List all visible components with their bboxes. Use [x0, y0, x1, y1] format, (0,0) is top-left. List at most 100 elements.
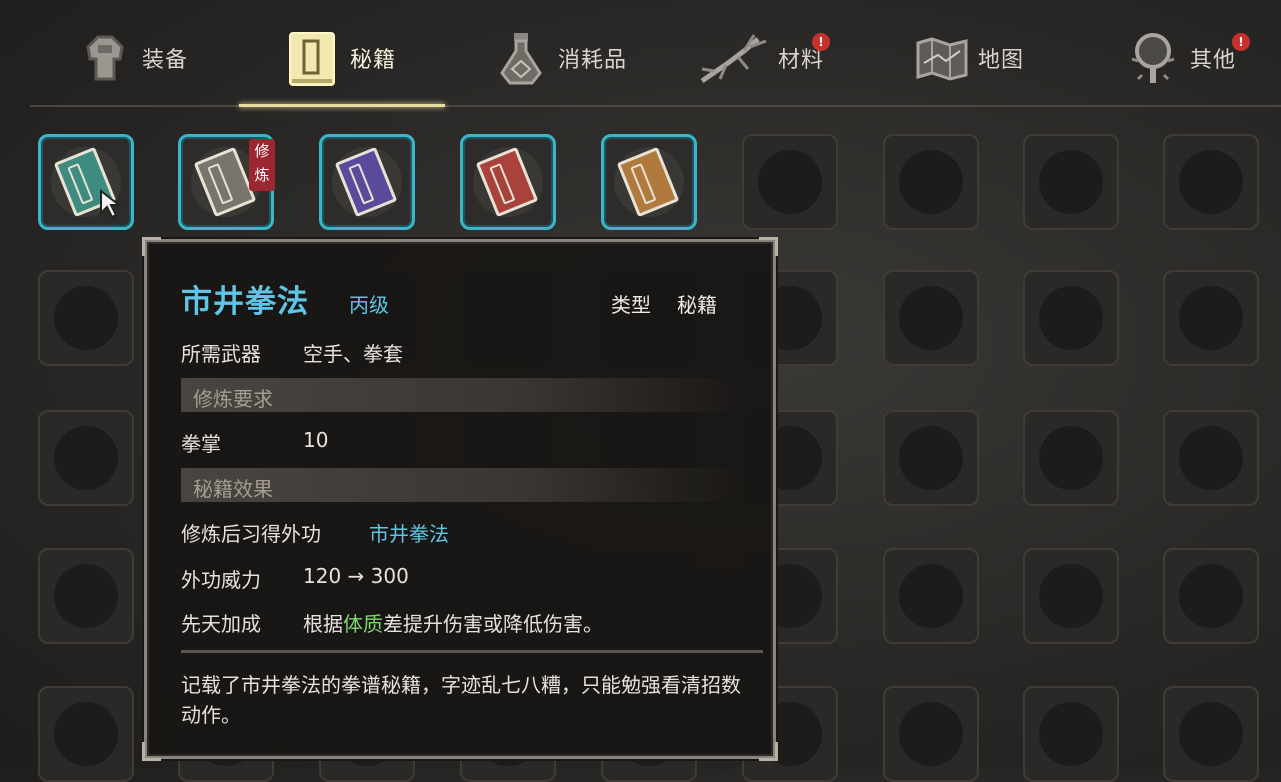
book-spine [348, 163, 375, 205]
tab-label: 地图 [978, 48, 1025, 73]
innate-bonus-label: 先天加成 [181, 612, 261, 636]
slot-background [1179, 702, 1243, 766]
inventory-slot[interactable] [601, 134, 697, 230]
tab-consumables[interactable]: 消耗品 [492, 18, 627, 98]
armor-icon [76, 29, 134, 87]
innate-post: 差提升伤害或降低伤害。 [383, 612, 603, 636]
inventory-slot[interactable] [883, 548, 979, 644]
weapon-label: 所需武器 [181, 342, 261, 366]
inventory-slot[interactable] [883, 134, 979, 230]
inventory-slot[interactable] [742, 134, 838, 230]
inventory-slot[interactable] [38, 686, 134, 782]
slot-background [54, 564, 118, 628]
requirement-skill: 拳掌 [181, 432, 221, 456]
slot-background [54, 426, 118, 490]
magnifier-icon: ! [1124, 29, 1250, 87]
inventory-slot[interactable] [38, 548, 134, 644]
innate-attribute: 体质 [343, 612, 383, 636]
book-spine [489, 163, 516, 205]
tab-divider [30, 105, 1281, 107]
slot-background [1179, 564, 1243, 628]
inventory-slot[interactable] [1163, 410, 1259, 506]
slot-background [1179, 150, 1243, 214]
frame-corner [142, 742, 161, 761]
effect-header-label: 秘籍效果 [193, 477, 273, 501]
mouse-cursor-icon [100, 189, 122, 219]
effect-header: 秘籍效果 [181, 468, 741, 502]
slot-background [1039, 564, 1103, 628]
item-description: 记载了市井拳法的拳谱秘籍，字迹乱七八糟，只能勉强看清招数动作。 [181, 673, 741, 727]
item-grade: 丙级 [349, 293, 389, 317]
slot-background [1179, 286, 1243, 350]
inventory-slot[interactable] [38, 134, 134, 230]
inventory-slot[interactable] [1163, 686, 1259, 782]
slot-background [899, 286, 963, 350]
tab-label: 消耗品 [558, 48, 628, 73]
frame-corner [759, 237, 778, 256]
slot-background [1039, 426, 1103, 490]
tooltip-divider [181, 650, 763, 653]
active-tab-indicator [239, 104, 445, 107]
inventory-slot[interactable] [883, 686, 979, 782]
book-spine [67, 163, 94, 205]
learn-skill-label: 修炼后习得外功 [181, 522, 321, 546]
slot-background [54, 286, 118, 350]
slot-background [1039, 702, 1103, 766]
book-spine [207, 163, 234, 205]
potion-flask-icon [492, 29, 550, 87]
inventory-slot[interactable] [460, 134, 556, 230]
inventory-slot[interactable] [1163, 548, 1259, 644]
requirement-header-label: 修炼要求 [193, 387, 273, 411]
inventory-slot[interactable] [38, 410, 134, 506]
slot-background [899, 564, 963, 628]
slot-background [1179, 426, 1243, 490]
requirement-value: 10 [303, 428, 329, 452]
inventory-slot[interactable] [1163, 270, 1259, 366]
innate-pre: 根据 [303, 612, 343, 636]
inventory-slot[interactable] [883, 410, 979, 506]
map-icon [914, 29, 970, 87]
inventory-slot[interactable] [1023, 270, 1119, 366]
slot-background [1039, 286, 1103, 350]
frame-corner [759, 742, 778, 761]
weapon-value: 空手、拳套 [303, 342, 403, 366]
requirement-header: 修炼要求 [181, 378, 741, 412]
category-tab-bar: 装备 秘籍 消耗品 ! 材料 地图 ! 其他 [0, 0, 1281, 108]
inventory-slot[interactable] [1023, 686, 1119, 782]
tab-equipment[interactable]: 装备 [76, 18, 188, 98]
slot-background [899, 150, 963, 214]
inventory-slot[interactable] [1163, 134, 1259, 230]
inventory-slot[interactable] [38, 270, 134, 366]
slot-background [899, 702, 963, 766]
item-type-label: 类型 [611, 293, 651, 317]
inventory-slot[interactable] [883, 270, 979, 366]
inventory-slot[interactable]: 修炼 [178, 134, 275, 230]
herb-root-icon: ! [698, 29, 830, 87]
inventory-slot[interactable] [1023, 134, 1119, 230]
new-item-badge: ! [1232, 33, 1250, 51]
inventory-slot[interactable] [1023, 548, 1119, 644]
tab-other[interactable]: ! 其他 [1124, 18, 1250, 98]
power-label: 外功威力 [181, 568, 261, 592]
frame-corner [142, 237, 161, 256]
inventory-slot[interactable] [1023, 410, 1119, 506]
item-type-value: 秘籍 [677, 293, 717, 317]
tab-label: 秘籍 [350, 48, 397, 73]
slot-background [1039, 150, 1103, 214]
innate-bonus-value: 根据体质差提升伤害或降低伤害。 [303, 608, 603, 637]
tab-label: 其他 [1190, 48, 1237, 73]
manual-book-icon [284, 29, 342, 87]
tab-map[interactable]: 地图 [914, 18, 1024, 98]
inventory-slot[interactable] [319, 134, 415, 230]
slot-background [758, 150, 822, 214]
item-name: 市井拳法 [181, 284, 309, 320]
new-item-badge: ! [812, 33, 830, 51]
tab-label: 装备 [142, 48, 189, 73]
tab-manuals[interactable]: 秘籍 [284, 18, 396, 98]
learn-skill-value: 市井拳法 [369, 522, 449, 546]
item-tooltip: 市井拳法 丙级 类型 秘籍 所需武器 空手、拳套 修炼要求 拳掌 10 秘籍效果… [142, 237, 778, 761]
tab-materials[interactable]: ! 材料 [698, 18, 830, 98]
slot-background [54, 702, 118, 766]
book-spine [630, 163, 657, 205]
power-value: 120 → 300 [303, 564, 409, 588]
